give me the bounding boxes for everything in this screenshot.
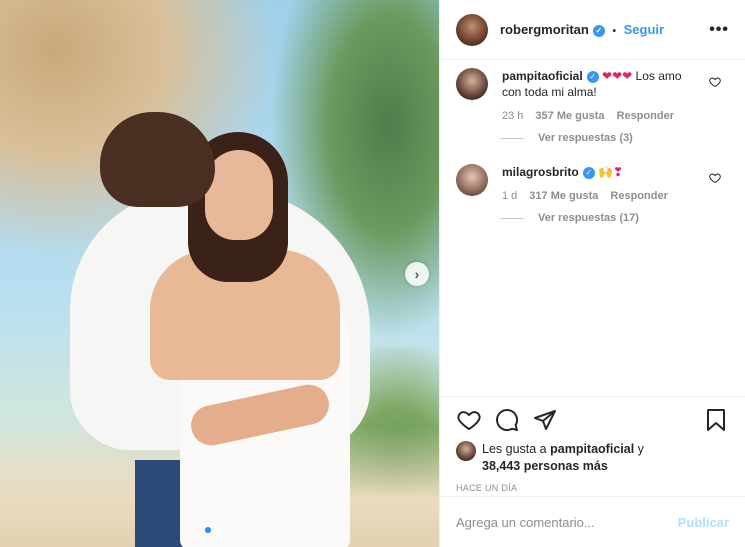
view-replies-button[interactable]: Ver respuestas (3) <box>500 132 729 144</box>
add-comment-bar: Publicar <box>440 496 745 547</box>
post-header: robergmoritan ✓ • Seguir ••• <box>440 0 745 60</box>
verified-icon: ✓ <box>582 166 595 179</box>
photo-woman-face <box>205 150 273 240</box>
comment-heart-icon[interactable] <box>709 172 721 187</box>
comment-heart-icon[interactable] <box>709 76 721 91</box>
author-avatar[interactable] <box>456 13 488 46</box>
comments-list: pampitaoficial ✓ ❤❤❤ Los amo con toda mi … <box>440 60 745 396</box>
post-actions: Les gusta a pampitaoficial y 38,443 pers… <box>440 396 745 493</box>
comment-meta: 23 h 357 Me gusta Responder <box>502 110 702 122</box>
comment-age: 1 d <box>502 190 518 202</box>
post-timestamp[interactable]: HACE UN DÍA <box>456 483 729 493</box>
view-replies-label: Ver respuestas (17) <box>538 212 639 224</box>
replies-line <box>500 217 524 219</box>
liker-avatar[interactable] <box>456 441 476 461</box>
author-username[interactable]: robergmoritan <box>500 22 589 37</box>
carousel-dot <box>215 527 221 533</box>
comment-icon[interactable] <box>494 407 520 433</box>
commenter-username[interactable]: pampitaoficial <box>502 69 583 83</box>
comment-age: 23 h <box>502 110 524 122</box>
comment-likes[interactable]: 317 Me gusta <box>529 190 598 202</box>
replies-line <box>500 137 524 139</box>
likes-prefix: Les gusta a <box>482 442 547 456</box>
likes-user[interactable]: pampitaoficial <box>550 442 634 456</box>
carousel-dots <box>205 527 221 533</box>
likes-conjunction: y <box>637 442 644 456</box>
comment-input[interactable] <box>456 514 678 530</box>
more-options-icon[interactable]: ••• <box>709 21 729 39</box>
share-icon[interactable] <box>532 407 558 433</box>
likes-text: Les gusta a pampitaoficial y 38,443 pers… <box>482 441 644 475</box>
author-block: robergmoritan ✓ • Seguir <box>500 22 664 37</box>
comment-item: milagrosbrito ✓ 🙌❣ 1 d 317 Me gusta Respo… <box>456 164 729 202</box>
view-replies-button[interactable]: Ver respuestas (17) <box>500 212 729 224</box>
action-icons <box>456 405 729 435</box>
likes-others[interactable]: 38,443 personas más <box>482 459 608 473</box>
commenter-avatar[interactable] <box>456 164 488 196</box>
publish-button[interactable]: Publicar <box>678 515 729 530</box>
post-photo[interactable]: › <box>0 0 439 547</box>
bookmark-icon[interactable] <box>703 407 729 433</box>
comment-emoji: 🙌❣ <box>598 165 624 179</box>
comment-emoji: ❤❤❤ <box>602 69 633 83</box>
view-replies-label: Ver respuestas (3) <box>538 132 633 144</box>
verified-icon: ✓ <box>586 70 599 83</box>
likes-summary: Les gusta a pampitaoficial y 38,443 pers… <box>456 441 729 475</box>
verified-icon: ✓ <box>592 24 605 37</box>
follow-button[interactable]: Seguir <box>624 22 664 37</box>
comment-item: pampitaoficial ✓ ❤❤❤ Los amo con toda mi … <box>456 68 729 122</box>
chevron-right-icon[interactable]: › <box>405 262 429 286</box>
comment-text-block: milagrosbrito ✓ 🙌❣ <box>502 164 702 180</box>
heart-icon[interactable] <box>456 407 482 433</box>
commenter-avatar[interactable] <box>456 68 488 100</box>
reply-button[interactable]: Responder <box>617 110 674 122</box>
comment-text-block: pampitaoficial ✓ ❤❤❤ Los amo con toda mi … <box>502 68 702 100</box>
comment-meta: 1 d 317 Me gusta Responder <box>502 190 702 202</box>
reply-button[interactable]: Responder <box>610 190 667 202</box>
carousel-dot-active <box>205 527 211 533</box>
commenter-username[interactable]: milagrosbrito <box>502 165 579 179</box>
comment-likes[interactable]: 357 Me gusta <box>535 110 604 122</box>
header-separator: • <box>612 26 616 37</box>
post-sidebar: robergmoritan ✓ • Seguir ••• pampitaofici… <box>439 0 745 547</box>
